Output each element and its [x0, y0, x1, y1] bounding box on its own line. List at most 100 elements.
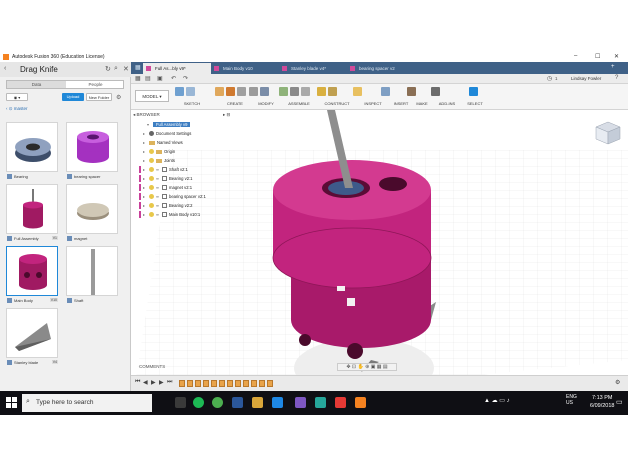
- create-sketch-icon[interactable]: [175, 87, 184, 96]
- back-icon[interactable]: ‹: [4, 65, 6, 72]
- tree-item[interactable]: ▸ Named Views: [143, 138, 183, 147]
- timeline-feature[interactable]: [235, 380, 241, 387]
- help-icon[interactable]: ?: [615, 75, 618, 81]
- edge-icon[interactable]: [272, 397, 283, 408]
- refresh-icon[interactable]: ↻: [105, 65, 111, 73]
- close-panel-icon[interactable]: ✕: [123, 65, 129, 73]
- redo-icon[interactable]: ↷: [183, 75, 188, 82]
- grid-menu-icon[interactable]: ▦: [135, 75, 141, 82]
- search-icon[interactable]: ⌕: [114, 65, 118, 73]
- visibility-bulb-icon[interactable]: [149, 149, 154, 155]
- word-icon[interactable]: [232, 397, 243, 408]
- tab-data[interactable]: Data: [7, 81, 66, 88]
- timeline-end-icon[interactable]: ⏭: [167, 379, 172, 386]
- visibility-bulb-icon[interactable]: [149, 212, 154, 218]
- tree-item[interactable]: ▸ ∞ bearing spacer v2:1: [139, 192, 206, 201]
- visibility-bulb-icon[interactable]: [149, 167, 154, 173]
- revolve-icon[interactable]: [237, 87, 246, 96]
- undo-icon[interactable]: ↶: [171, 75, 176, 82]
- timeline-feature[interactable]: [211, 380, 217, 387]
- workspace-switcher[interactable]: MODEL ▾: [135, 90, 169, 102]
- timeline-feature[interactable]: [203, 380, 209, 387]
- file-thumbnail[interactable]: magnet: [66, 184, 118, 244]
- line-icon[interactable]: [186, 87, 195, 96]
- joint-icon[interactable]: [290, 87, 299, 96]
- new-tab-icon[interactable]: +: [611, 64, 615, 70]
- new-folder-button[interactable]: New Folder: [86, 93, 112, 101]
- doc-tab-stanley-blade[interactable]: Stanley blade v4*: [279, 63, 347, 74]
- browser-pin-icon[interactable]: ▸ ⊟: [223, 112, 230, 118]
- comments-panel-header[interactable]: COMMENTS: [139, 364, 165, 369]
- tree-item[interactable]: ▸ ∞ Shaft v2:1: [139, 165, 188, 174]
- sketch-group[interactable]: SKETCH: [175, 86, 209, 108]
- file-menu-icon[interactable]: ▤: [145, 75, 151, 82]
- file-explorer-icon[interactable]: [252, 397, 263, 408]
- root-component[interactable]: Full Assembly v9: [153, 122, 191, 127]
- timeline-feature[interactable]: [187, 380, 193, 387]
- timeline-feature[interactable]: [227, 380, 233, 387]
- app-icon[interactable]: [335, 397, 346, 408]
- timeline-feature[interactable]: [259, 380, 265, 387]
- timeline-feature[interactable]: [195, 380, 201, 387]
- action-center-icon[interactable]: ▭: [616, 398, 623, 406]
- timeline-feature[interactable]: [179, 380, 185, 387]
- file-thumbnail[interactable]: Bearing: [6, 122, 58, 182]
- tree-item[interactable]: ▸ Origin: [143, 147, 175, 156]
- measure-icon[interactable]: [353, 87, 362, 96]
- job-status-icon[interactable]: ◷: [547, 75, 552, 82]
- user-name[interactable]: Lindsay Fowler: [571, 76, 601, 81]
- axis-icon[interactable]: [328, 87, 337, 96]
- file-thumbnail[interactable]: Stanley blade V4: [6, 308, 58, 368]
- scripts-icon[interactable]: [431, 87, 440, 96]
- timeline-feature[interactable]: [267, 380, 273, 387]
- timeline-feature[interactable]: [243, 380, 249, 387]
- maximize-icon[interactable]: ☐: [595, 53, 600, 60]
- app-icon[interactable]: [315, 397, 326, 408]
- tray-icons[interactable]: ▲ ☁ ▭ ♪: [484, 397, 510, 404]
- fillet-icon[interactable]: [260, 87, 269, 96]
- system-clock[interactable]: 7:13 PM 6/09/2018: [590, 394, 614, 410]
- spotify-icon[interactable]: [193, 397, 204, 408]
- timeline-play-icon[interactable]: ▶: [151, 379, 156, 386]
- assemble-group[interactable]: ASSEMBLE: [279, 86, 319, 108]
- doc-tab-bearing-spacer[interactable]: bearing spacer v2: [347, 63, 421, 74]
- timeline-settings-icon[interactable]: ⚙: [615, 379, 620, 386]
- input-language[interactable]: ENG US: [566, 394, 577, 406]
- browser-header[interactable]: ◂ BROWSER ▸ ⊟: [133, 112, 243, 120]
- select-icon[interactable]: [469, 87, 478, 96]
- minimize-icon[interactable]: –: [574, 53, 577, 59]
- new-component-icon[interactable]: [215, 87, 224, 96]
- timeline-start-icon[interactable]: ⏮: [135, 379, 140, 386]
- visibility-bulb-icon[interactable]: [149, 176, 154, 182]
- data-panel-toggle-icon[interactable]: ▦: [135, 64, 141, 71]
- offset-plane-icon[interactable]: [317, 87, 326, 96]
- view-cube[interactable]: [594, 120, 622, 148]
- navigation-bar[interactable]: ✥ ⊡ ✋ ⊕ ▣ ▦ ▤: [337, 363, 397, 371]
- breadcrumb[interactable]: ‹ ⊙ master: [6, 106, 28, 112]
- tree-item[interactable]: ▸ Joints: [143, 156, 175, 165]
- as-built-joint-icon[interactable]: [301, 87, 310, 96]
- tree-item[interactable]: ▸ ∞ Bearing v2:2: [139, 201, 193, 210]
- close-icon[interactable]: ✕: [614, 53, 619, 60]
- tab-people[interactable]: People: [66, 81, 125, 88]
- insert-image-icon[interactable]: [381, 87, 390, 96]
- upload-button[interactable]: Upload: [62, 93, 84, 101]
- 3d-print-icon[interactable]: [407, 87, 416, 96]
- settings-icon[interactable]: ⚙: [116, 94, 121, 101]
- visibility-bulb-icon[interactable]: [149, 185, 154, 191]
- tree-item[interactable]: ▸ Document Settings: [143, 129, 191, 138]
- tree-item[interactable]: ▸ ∞ Bearing v2:1: [139, 174, 193, 183]
- view-toggle-button[interactable]: ◉ ▾: [6, 93, 28, 101]
- app-icon[interactable]: [295, 397, 306, 408]
- windows-start-icon[interactable]: [6, 397, 17, 408]
- file-thumbnail[interactable]: bearing spacer: [66, 122, 118, 182]
- add-ins-group[interactable]: ADD-INS: [431, 86, 463, 108]
- select-group[interactable]: SELECT: [461, 86, 489, 108]
- file-thumbnail[interactable]: Full Assembly V1: [6, 184, 58, 244]
- tree-item[interactable]: ▸ ∞ magnet v2:1: [139, 183, 192, 192]
- tree-item[interactable]: ▸ ∞ Main Body v10:1: [139, 210, 200, 219]
- save-icon[interactable]: ▣: [157, 75, 163, 82]
- visibility-bulb-icon[interactable]: [149, 158, 154, 164]
- file-thumbnail[interactable]: Shaft: [66, 246, 118, 306]
- doc-tab-full-assembly[interactable]: Full As...bly v9*: [143, 63, 211, 74]
